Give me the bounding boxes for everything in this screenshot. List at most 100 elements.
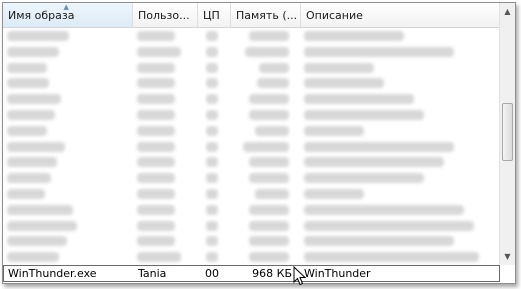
cell-user: Tania (138, 267, 167, 280)
blurred-process-rows (3, 28, 500, 265)
blurred-cell (137, 46, 181, 57)
blurred-cell (206, 141, 218, 152)
blurred-cell (137, 157, 175, 168)
blurred-cell (206, 236, 218, 247)
table-row[interactable] (3, 75, 500, 91)
table-row[interactable] (3, 91, 500, 107)
blurred-cell (304, 157, 444, 168)
column-memory[interactable]: Память (... (231, 3, 301, 27)
blurred-cell (137, 173, 175, 184)
blurred-cell (7, 62, 47, 73)
table-row[interactable] (3, 123, 500, 139)
table-row[interactable] (3, 186, 500, 202)
column-description[interactable]: Описание (301, 3, 500, 27)
blurred-cell (206, 110, 218, 120)
blurred-cell (7, 46, 59, 57)
blurred-cell (304, 189, 364, 199)
column-cpu[interactable]: ЦП (198, 3, 231, 27)
cell-image-name: WinThunder.exe (8, 267, 97, 280)
column-cpu-label: ЦП (203, 9, 220, 22)
column-header-bar: ▲ Имя образа Пользо... ЦП Память (... Оп… (3, 3, 500, 28)
blurred-cell (137, 110, 175, 120)
blurred-cell (304, 204, 464, 215)
blurred-cell (7, 125, 47, 136)
blurred-cell (249, 220, 289, 231)
table-row[interactable] (3, 44, 500, 60)
column-memory-label: Память (... (236, 9, 298, 22)
blurred-cell (259, 62, 289, 73)
blurred-cell (206, 220, 218, 231)
blurred-cell (304, 31, 404, 41)
vertical-scrollbar[interactable]: ▲ ▼ (499, 3, 515, 265)
table-row[interactable] (3, 107, 500, 123)
blurred-cell (7, 220, 77, 231)
blurred-cell (304, 173, 424, 184)
blurred-cell (7, 78, 49, 89)
blurred-cell (7, 204, 73, 215)
blurred-cell (7, 94, 61, 105)
blurred-cell (7, 173, 51, 184)
blurred-cell (7, 110, 55, 120)
blurred-cell (137, 252, 181, 263)
table-row-selected[interactable]: WinThunder.exe Tania 00 968 КБ WinThunde… (3, 265, 500, 282)
blurred-cell (137, 62, 175, 73)
table-row[interactable] (3, 202, 500, 218)
blurred-cell (249, 204, 289, 215)
cell-cpu: 00 (205, 267, 219, 280)
blurred-cell (304, 110, 424, 120)
blurred-cell (304, 236, 454, 247)
cell-description: WinThunder (304, 267, 371, 280)
blurred-cell (249, 110, 289, 120)
blurred-cell (7, 252, 59, 263)
blurred-cell (304, 94, 414, 105)
scroll-up-icon[interactable]: ▲ (501, 4, 514, 19)
column-image-name[interactable]: ▲ Имя образа (3, 3, 133, 27)
blurred-cell (137, 78, 175, 89)
cell-memory: 968 КБ (252, 267, 292, 280)
blurred-cell (7, 189, 45, 199)
blurred-cell (206, 62, 218, 73)
mouse-cursor-icon (293, 266, 307, 286)
blurred-cell (206, 125, 218, 136)
blurred-cell (304, 141, 454, 152)
table-row[interactable] (3, 218, 500, 234)
scroll-down-icon[interactable]: ▼ (501, 249, 514, 264)
table-row[interactable] (3, 139, 500, 155)
table-row[interactable] (3, 233, 500, 249)
blurred-cell (304, 220, 474, 231)
blurred-cell (304, 78, 384, 89)
blurred-cell (206, 94, 218, 105)
blurred-cell (249, 31, 289, 41)
table-row[interactable] (3, 249, 500, 265)
table-row[interactable] (3, 154, 500, 170)
task-manager-process-list: ▲ Имя образа Пользо... ЦП Память (... Оп… (2, 2, 516, 284)
scrollbar-thumb[interactable] (502, 103, 513, 161)
blurred-cell (249, 252, 289, 263)
table-row[interactable] (3, 170, 500, 186)
blurred-cell (255, 125, 289, 136)
column-user-label: Пользо... (138, 9, 190, 22)
blurred-cell (206, 173, 218, 184)
blurred-cell (7, 31, 69, 41)
blurred-cell (206, 31, 218, 41)
blurred-cell (255, 189, 289, 199)
blurred-cell (137, 204, 175, 215)
blurred-cell (137, 220, 175, 231)
blurred-cell (249, 94, 289, 105)
column-user[interactable]: Пользо... (133, 3, 198, 27)
blurred-cell (304, 62, 374, 73)
blurred-cell (206, 157, 218, 168)
table-row[interactable] (3, 60, 500, 76)
blurred-cell (7, 141, 65, 152)
blurred-cell (7, 157, 57, 168)
blurred-cell (243, 141, 289, 152)
blurred-cell (245, 46, 289, 57)
blurred-cell (137, 31, 175, 41)
blurred-cell (257, 78, 289, 89)
blurred-cell (249, 157, 289, 168)
blurred-cell (137, 141, 175, 152)
blurred-cell (206, 252, 218, 263)
sort-up-icon: ▲ (63, 3, 69, 11)
table-row[interactable] (3, 28, 500, 44)
blurred-cell (304, 252, 479, 263)
